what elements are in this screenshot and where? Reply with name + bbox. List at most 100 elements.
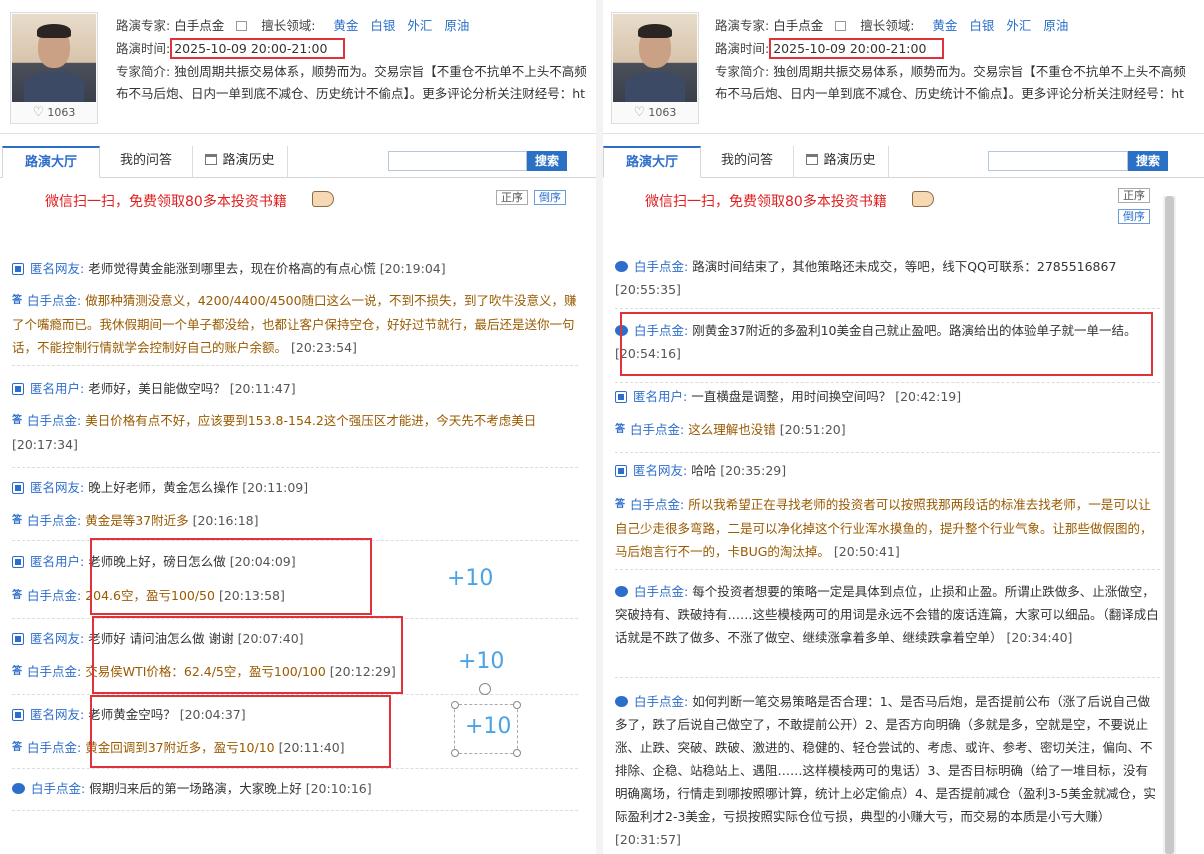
plus-label: +10 [458,649,505,674]
message-time: [20:42:19] [895,389,962,404]
intro-text-2: 布不马后炮、日内一单到底不减仓、历史统计不偷点】。更多评论分析关注财经号：ht [116,86,586,101]
question-icon [12,382,24,395]
like-button[interactable]: ♡ 1063 [612,105,698,120]
message-text: 这么理解也没错 [688,422,776,437]
message-item: 匿名网友: 晚上好老师，黄金怎么操作 [20:11:09] [12,476,578,499]
message-author[interactable]: 白手点金: [27,413,81,428]
message-item: 白手点金: 如何判断一笔交易策略是否合理：1、是否马后炮，是否提前公布（涨了后说… [615,690,1160,851]
tab-my-qa[interactable]: 我的问答 [701,146,793,178]
field-oil[interactable]: 原油 [1043,18,1068,33]
like-count: 1063 [648,106,677,119]
message-author[interactable]: 白手点金: [27,588,81,603]
message-text: 老师觉得黄金能涨到哪里去，现在价格高的有点心慌 [88,261,376,276]
message-author[interactable]: 白手点金: [630,497,684,512]
highlight-box [90,695,391,768]
message-author[interactable]: 白手点金: [634,259,688,274]
message-author[interactable]: 匿名网友: [633,463,687,478]
speech-bubble-icon [615,696,628,707]
intro-label: 专家简介: [715,64,770,79]
tab-history[interactable]: 路演历史 [192,146,288,178]
divider [615,382,1160,383]
scrollbar[interactable] [1163,196,1176,854]
message-author[interactable]: 白手点金: [634,694,688,709]
message-author[interactable]: 白手点金: [27,513,81,528]
like-button[interactable]: ♡ 1063 [11,105,97,120]
scrollbar-thumb[interactable] [1165,196,1174,854]
answer-icon: 答 [12,590,22,601]
field-silver[interactable]: 白银 [969,18,994,33]
message-author[interactable]: 匿名网友: [30,707,84,722]
message-text: 如何判断一笔交易策略是否合理：1、是否马后炮，是否提前公布（涨了后说自己做多了，… [615,694,1156,824]
search-button[interactable]: 搜索 [527,151,567,171]
message-author[interactable]: 匿名网友: [30,480,84,495]
message-text: 路演时间结束了，其他策略还未成交，等吧，线下QQ可联系：2785516867 [692,259,1117,274]
highlight-box [90,538,372,615]
field-forex[interactable]: 外汇 [407,18,432,33]
speech-bubble-icon [615,261,628,272]
promo-text[interactable]: 微信扫一扫，免费领取80多本投资书籍 [645,191,887,211]
selection-handle[interactable]: +10 [451,683,521,757]
divider [615,452,1160,453]
message-author[interactable]: 白手点金: [634,584,688,599]
field-silver[interactable]: 白银 [370,18,395,33]
message-author[interactable]: 匿名用户: [633,389,687,404]
message-time: [20:17:34] [12,437,78,452]
sort-asc-button[interactable]: 正序 [1118,188,1150,203]
speech-bubble-icon [615,586,628,597]
field-oil[interactable]: 原油 [444,18,469,33]
question-icon [12,481,24,494]
field-forex[interactable]: 外汇 [1006,18,1031,33]
search-input[interactable] [388,151,527,171]
sort-desc-button[interactable]: 倒序 [534,190,566,205]
sort-desc-button[interactable]: 倒序 [1118,209,1150,224]
field-gold[interactable]: 黄金 [932,18,957,33]
tab-history[interactable]: 路演历史 [793,146,889,178]
message-text: 一直横盘是调整，用时间换空间吗？ [691,389,892,404]
message-time: [20:23:54] [291,340,357,355]
message-author[interactable]: 白手点金: [27,664,81,679]
message-item: 匿名网友: 老师觉得黄金能涨到哪里去，现在价格高的有点心慌 [20:19:04] [12,257,578,280]
message-time: [20:19:04] [379,261,446,276]
message-author[interactable]: 白手点金: [27,740,81,755]
message-text: 每个投资者想要的策略一定是具体到点位，止损和止盈。所谓止跌做多、止涨做空，突破持… [615,584,1159,645]
message-author[interactable]: 匿名用户: [30,381,84,396]
message-time: [20:11:09] [242,480,309,495]
expert-info: 路演专家: 白手点金 擅长领域: 黄金 白银 外汇 原油 路演时间: 2025-1… [715,14,1204,83]
tab-my-qa[interactable]: 我的问答 [100,146,192,178]
message-author[interactable]: 匿名用户: [30,554,84,569]
calendar-icon [835,20,847,31]
message-item: 答白手点金: 美日价格有点不好，应该要到153.8-154.2这个强压区才能进，… [12,409,578,456]
message-item: 白手点金: 路演时间结束了，其他策略还未成交，等吧，线下QQ可联系：278551… [615,255,1160,301]
field-gold[interactable]: 黄金 [333,18,358,33]
message-author[interactable]: 匿名网友: [30,631,84,646]
sort-asc-button[interactable]: 正序 [496,190,528,205]
message-author[interactable]: 白手点金: [31,781,85,796]
tab-lobby[interactable]: 路演大厅 [2,146,100,178]
pane-divider [596,0,603,854]
time-value: 2025-10-09 20:00-21:00 [769,38,945,59]
search-button[interactable]: 搜索 [1128,151,1168,171]
message-author[interactable]: 匿名网友: [30,261,84,276]
answer-icon: 答 [12,295,22,306]
expert-label: 路演专家: [116,18,171,33]
divider [12,810,578,811]
heart-icon: ♡ [32,105,45,120]
message-author[interactable]: 白手点金: [27,293,81,308]
divider [615,569,1160,570]
intro-text-2: 布不马后炮、日内一单到底不减仓、历史统计不偷点】。更多评论分析关注财经号：ht [715,86,1185,101]
answer-icon: 答 [12,666,22,677]
promo-text[interactable]: 微信扫一扫，免费领取80多本投资书籍 [45,191,287,211]
message-text: 老师好，美日能做空吗？ [88,381,226,396]
tab-bar: 路演大厅 我的问答 路演历史 搜索 [0,146,596,178]
message-time: [20:16:18] [192,513,259,528]
search-input[interactable] [988,151,1128,171]
message-author[interactable]: 白手点金: [630,422,684,437]
intro-label: 专家简介: [116,64,171,79]
expert-label: 路演专家: [715,18,770,33]
tab-lobby[interactable]: 路演大厅 [603,146,701,178]
plus-label: +10 [465,714,512,739]
divider [615,677,1160,678]
tab-history-label: 路演历史 [823,153,876,168]
answer-icon: 答 [615,499,625,510]
avatar [613,14,697,102]
